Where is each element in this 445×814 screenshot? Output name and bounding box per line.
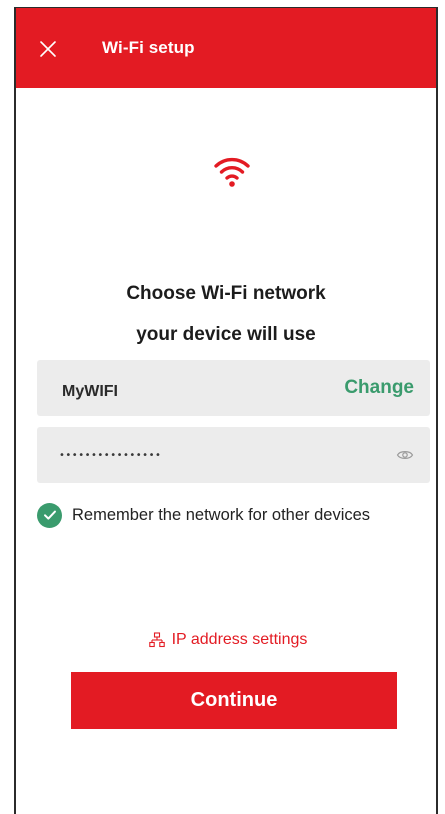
heading-line-1: Choose Wi-Fi network (126, 283, 326, 304)
close-icon[interactable] (36, 37, 60, 61)
heading-line-2: your device will use (136, 324, 316, 345)
phone-frame: Wi-Fi setup Choose Wi-Fi network your de… (14, 7, 438, 814)
eye-icon[interactable] (396, 448, 414, 462)
ip-address-settings-link[interactable]: IP address settings (16, 631, 436, 649)
app-bar: Wi-Fi setup (16, 8, 436, 88)
change-network-button[interactable]: Change (344, 377, 414, 399)
network-field: MyWIFI Change (37, 360, 430, 416)
password-input[interactable] (59, 439, 379, 471)
ip-settings-label: IP address settings (171, 631, 308, 648)
network-name: MyWIFI (62, 383, 118, 400)
wifi-icon (212, 154, 252, 190)
checkmark-icon (37, 502, 62, 528)
network-icon (148, 632, 165, 648)
remember-network-label: Remember the network for other devices (72, 505, 371, 524)
continue-button[interactable]: Continue (71, 672, 397, 729)
remember-network-checkbox[interactable]: Remember the network for other devices (37, 502, 370, 528)
page-title: Wi-Fi setup (102, 38, 195, 57)
password-field (37, 427, 430, 483)
